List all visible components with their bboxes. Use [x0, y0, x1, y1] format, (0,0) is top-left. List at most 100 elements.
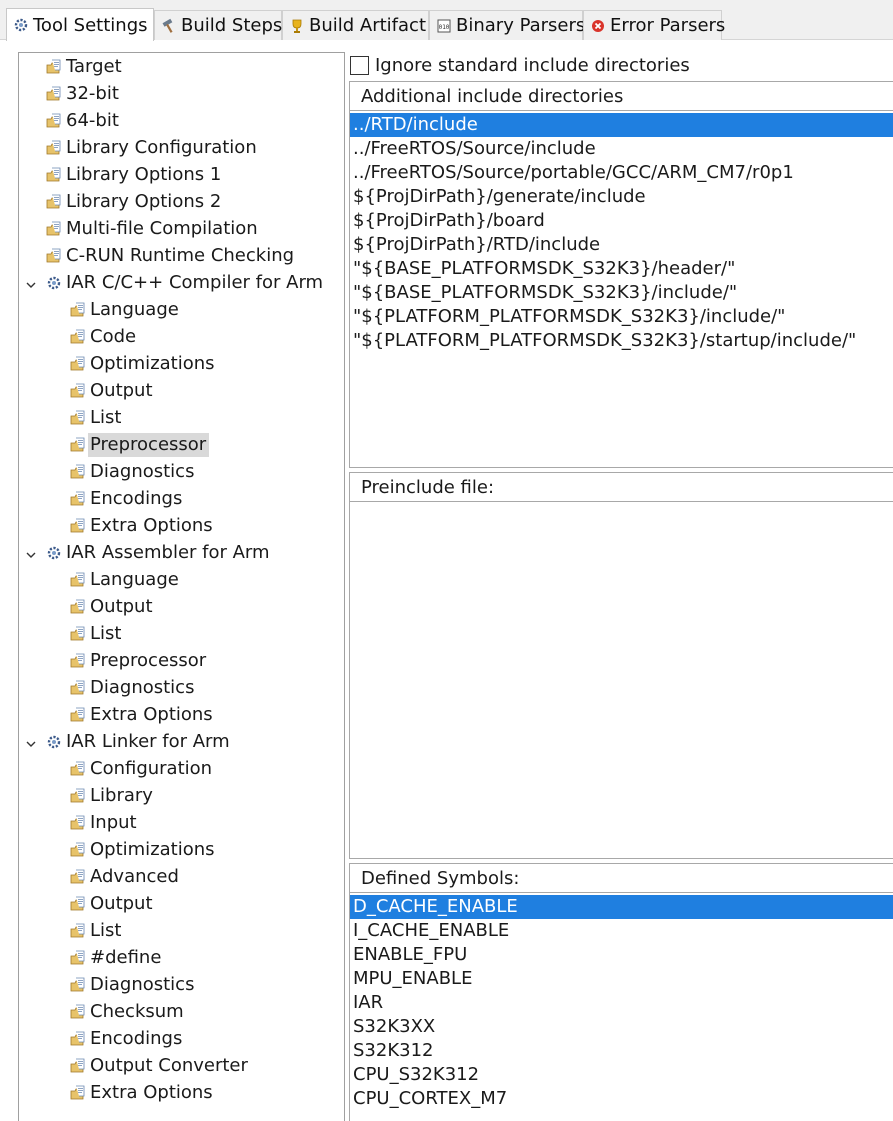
defined-symbol-item[interactable]: CPU_S32K312: [350, 1063, 893, 1087]
include-dir-item[interactable]: ../FreeRTOS/Source/include: [350, 137, 893, 161]
defined-symbol-item[interactable]: ENABLE_FPU: [350, 943, 893, 967]
tree-item[interactable]: Extra Options: [70, 703, 213, 727]
tree-item[interactable]: List: [70, 622, 121, 646]
tree-item[interactable]: Encodings: [70, 487, 182, 511]
tree-item-label: Extra Options: [90, 704, 213, 725]
tab-build-steps[interactable]: Build Steps: [154, 10, 282, 40]
tool-gear-icon: [46, 275, 62, 291]
defined-symbols-panel: Defined Symbols: D_CACHE_ENABLE I_CACHE_E…: [349, 863, 893, 1121]
tree-item[interactable]: List: [70, 919, 121, 943]
tree-item[interactable]: Library Options 2: [46, 190, 221, 214]
tree-item-label: Extra Options: [90, 1082, 213, 1103]
include-dirs-header: Additional include directories: [350, 82, 893, 111]
defined-symbol-item[interactable]: MPU_ENABLE: [350, 967, 893, 991]
tree-item[interactable]: 64-bit: [46, 109, 119, 133]
tree-item[interactable]: Diagnostics: [70, 676, 194, 700]
tree-item[interactable]: Library Configuration: [46, 136, 257, 160]
include-dirs-list[interactable]: ../RTD/include ../FreeRTOS/Source/include…: [350, 111, 893, 353]
include-dir-item[interactable]: "${PLATFORM_PLATFORMSDK_S32K3}/startup/i…: [350, 329, 893, 353]
tree-item-label: #define: [90, 947, 162, 968]
include-dir-item[interactable]: "${BASE_PLATFORMSDK_S32K3}/header/": [350, 257, 893, 281]
defined-symbol-item[interactable]: S32K312: [350, 1039, 893, 1063]
include-dir-item[interactable]: "${PLATFORM_PLATFORMSDK_S32K3}/include/": [350, 305, 893, 329]
defined-symbol-item[interactable]: I_CACHE_ENABLE: [350, 919, 893, 943]
tree-item[interactable]: Preprocessor: [70, 433, 210, 457]
tree-category[interactable]: IAR Assembler for Arm: [26, 541, 270, 565]
tree-item[interactable]: Optimizations: [70, 838, 215, 862]
tree-item[interactable]: Output: [70, 892, 153, 916]
tree-item[interactable]: Advanced: [70, 865, 179, 889]
tab-build-artifact[interactable]: Build Artifact: [282, 10, 429, 40]
tree-item-label: Preprocessor: [88, 433, 210, 457]
include-dir-item[interactable]: ${ProjDirPath}/board: [350, 209, 893, 233]
tree-item[interactable]: Output: [70, 595, 153, 619]
tree-item[interactable]: Checksum: [70, 1000, 184, 1024]
tree-item[interactable]: Optimizations: [70, 352, 215, 376]
tree-item-label: Encodings: [90, 1028, 183, 1049]
tab-error-parsers[interactable]: Error Parsers: [583, 10, 725, 40]
tree-item[interactable]: Target: [46, 55, 122, 79]
preinclude-panel: Preinclude file:: [349, 472, 893, 859]
tree-item-label: C-RUN Runtime Checking: [66, 245, 295, 266]
include-dir-item[interactable]: "${BASE_PLATFORMSDK_S32K3}/include/": [350, 281, 893, 305]
tree-category[interactable]: IAR Linker for Arm: [26, 730, 230, 754]
chevron-down-icon[interactable]: [24, 735, 38, 749]
tree-item[interactable]: C-RUN Runtime Checking: [46, 244, 294, 268]
tab-binary-parsers[interactable]: 010 Binary Parsers: [429, 10, 585, 40]
tree-item[interactable]: #define: [70, 946, 161, 970]
defined-symbol-item[interactable]: S32K3XX: [350, 1015, 893, 1039]
settings-page-icon: [46, 221, 62, 237]
tree-item-label: Language: [90, 569, 179, 590]
tree-item-label: Encodings: [90, 488, 183, 509]
include-dir-item[interactable]: ${ProjDirPath}/RTD/include: [350, 233, 893, 257]
include-dir-item[interactable]: ${ProjDirPath}/generate/include: [350, 185, 893, 209]
tree-item-label: List: [90, 623, 122, 644]
settings-page-icon: [70, 599, 86, 615]
tree-item[interactable]: Library: [70, 784, 153, 808]
defined-symbol-item[interactable]: D_CACHE_ENABLE: [350, 895, 893, 919]
tree-item[interactable]: Encodings: [70, 1027, 182, 1051]
settings-page-icon: [70, 302, 86, 318]
tree-item-label: Diagnostics: [90, 677, 195, 698]
include-dir-item[interactable]: ../RTD/include: [350, 113, 893, 137]
ignore-std-include-checkbox[interactable]: [350, 55, 369, 75]
tree-item[interactable]: Multi-file Compilation: [46, 217, 258, 241]
tab-tool-settings[interactable]: Tool Settings: [6, 8, 154, 41]
chevron-down-icon[interactable]: [24, 276, 38, 290]
tree-item-label: Multi-file Compilation: [66, 218, 258, 239]
tree-item[interactable]: Input: [70, 811, 137, 835]
tree-item[interactable]: 32-bit: [46, 82, 119, 106]
settings-page-icon: [70, 923, 86, 939]
chevron-down-icon[interactable]: [24, 546, 38, 560]
tree-item[interactable]: Preprocessor: [70, 649, 206, 673]
tree-item[interactable]: Extra Options: [70, 1081, 213, 1105]
tree-item[interactable]: Diagnostics: [70, 973, 194, 997]
settings-page-icon: [70, 653, 86, 669]
preinclude-header: Preinclude file:: [350, 473, 893, 502]
tree-item[interactable]: Output Converter: [70, 1054, 248, 1078]
tree-item[interactable]: Output: [70, 379, 153, 403]
tree-item[interactable]: Code: [70, 325, 136, 349]
tree-item[interactable]: Diagnostics: [70, 460, 194, 484]
defined-symbols-list[interactable]: D_CACHE_ENABLE I_CACHE_ENABLE ENABLE_FPU MP…: [350, 893, 893, 1111]
tree-item-label: Library: [90, 785, 153, 806]
defined-symbol-item[interactable]: CPU_CORTEX_M7: [350, 1087, 893, 1111]
tree-category[interactable]: IAR C/C++ Compiler for Arm: [26, 271, 323, 295]
tree-item-label: Language: [90, 299, 179, 320]
tree-item[interactable]: Extra Options: [70, 514, 213, 538]
tree-item-label: Output: [90, 380, 153, 401]
tree-item[interactable]: Language: [70, 298, 179, 322]
tool-settings-tree[interactable]: Target 32-bit 64-bit Library Configuration L…: [18, 52, 345, 1121]
include-dir-item[interactable]: ../FreeRTOS/Source/portable/GCC/ARM_CM7/…: [350, 161, 893, 185]
settings-page-icon: [46, 167, 62, 183]
settings-page-icon: [70, 491, 86, 507]
tree-item[interactable]: List: [70, 406, 121, 430]
ignore-std-include-row[interactable]: Ignore standard include directories: [350, 54, 690, 76]
settings-page-icon: [70, 950, 86, 966]
ignore-std-include-label: Ignore standard include directories: [375, 54, 690, 76]
settings-page-icon: [46, 113, 62, 129]
tree-item[interactable]: Configuration: [70, 757, 212, 781]
tree-item[interactable]: Library Options 1: [46, 163, 221, 187]
defined-symbol-item[interactable]: IAR: [350, 991, 893, 1015]
tree-item[interactable]: Language: [70, 568, 179, 592]
